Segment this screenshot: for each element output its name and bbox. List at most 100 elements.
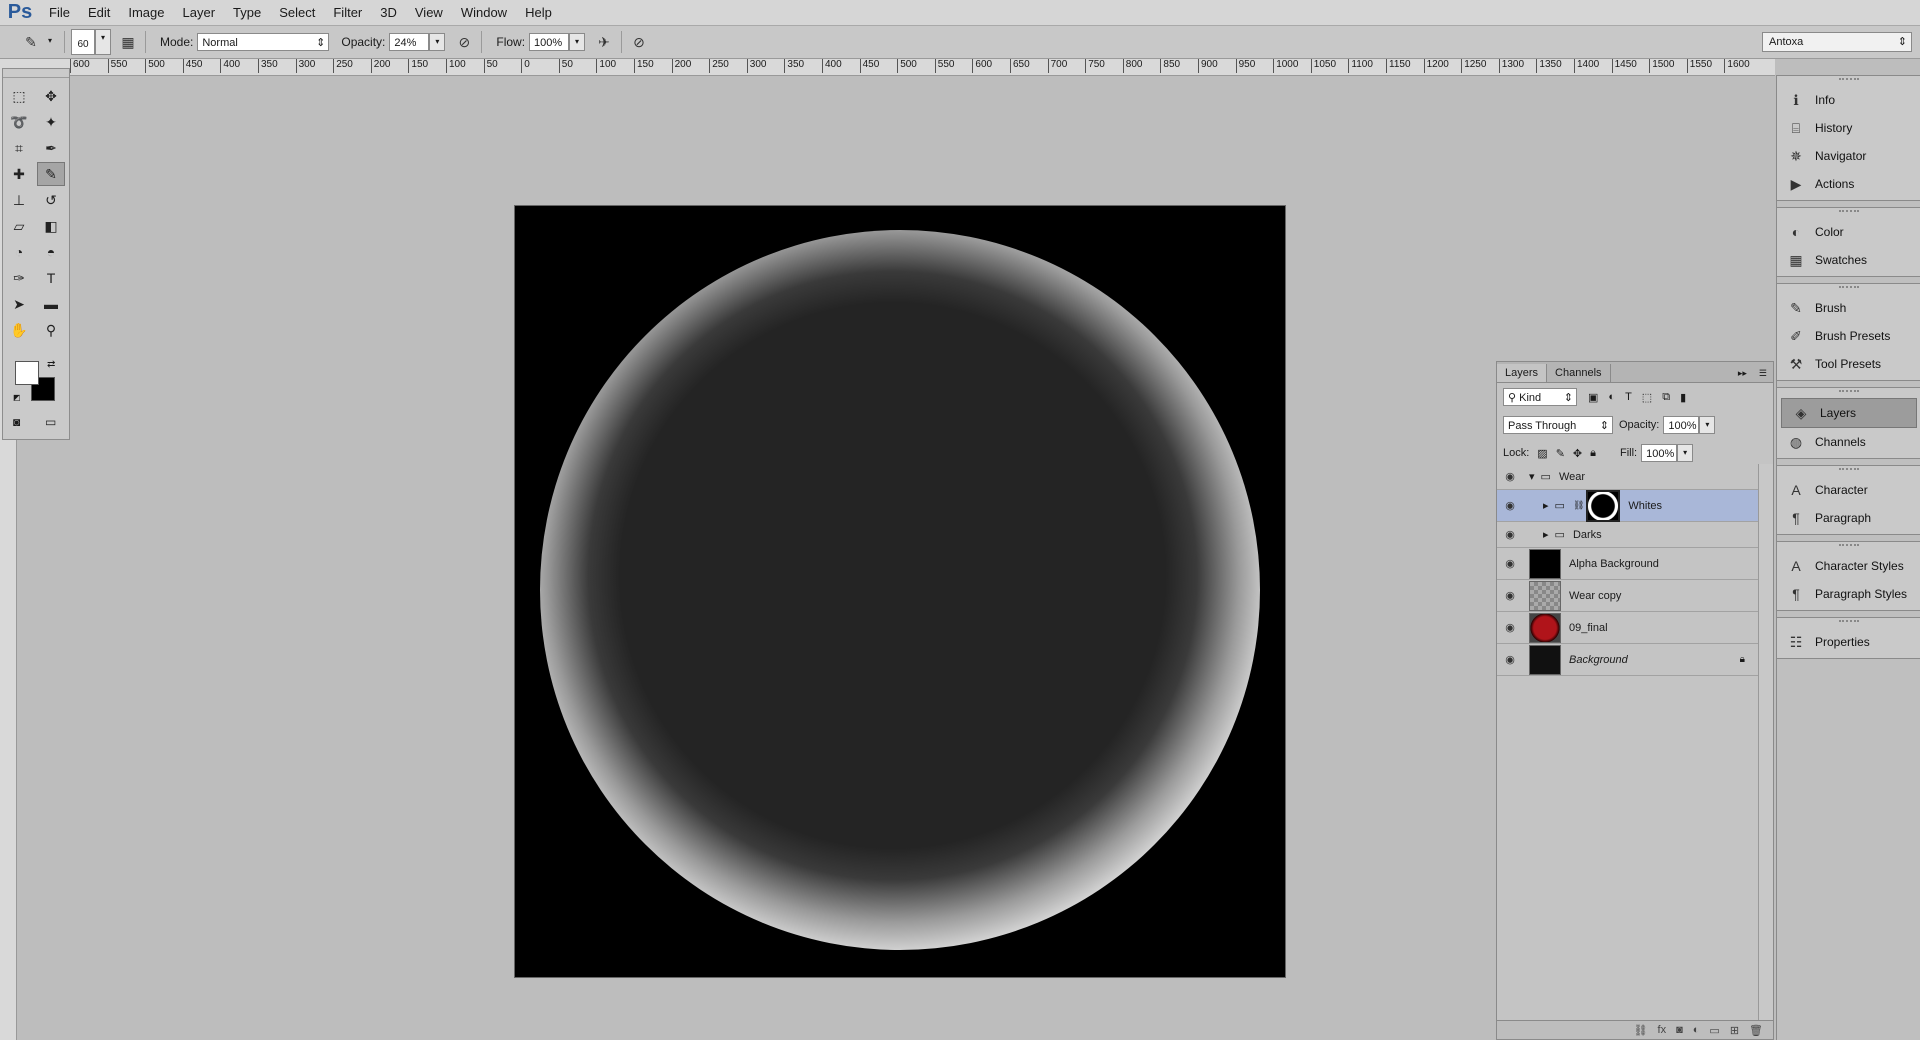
layer-row-darks[interactable]: ◉ ▸ ▭ Darks (1497, 522, 1759, 548)
menu-window[interactable]: Window (452, 0, 516, 25)
toolbox-grip[interactable] (3, 69, 69, 78)
layer-opacity-dropdown[interactable]: ▾ (1699, 416, 1716, 434)
layer-opacity-field[interactable]: 100% (1663, 416, 1700, 434)
gradient-tool-icon[interactable]: ◧ (37, 214, 65, 238)
lock-pixels-icon[interactable]: ✎ (1556, 447, 1565, 460)
panel-group-grip[interactable] (1839, 78, 1859, 86)
layer-mask-thumbnail[interactable] (1586, 489, 1621, 522)
marquee-tool-icon[interactable]: ⬚ (5, 84, 33, 108)
blur-tool-icon[interactable]: ◔ (5, 240, 33, 264)
type-tool-icon[interactable]: T (37, 266, 65, 290)
layer-name[interactable]: 09_final (1569, 622, 1608, 634)
visibility-eye-icon[interactable]: ◉ (1497, 499, 1523, 512)
expand-arrow-icon[interactable]: ▾ (1529, 470, 1535, 483)
tool-preset-dropdown[interactable]: ▾ (42, 33, 58, 51)
filter-adjustment-icon[interactable]: ◐ (1608, 391, 1615, 403)
panel-group-grip[interactable] (1839, 210, 1859, 218)
filter-shape-icon[interactable]: ⬚ (1642, 391, 1652, 404)
layer-row-wear[interactable]: ◉ ▾ ▭ Wear (1497, 464, 1759, 490)
layer-style-icon[interactable]: fx (1658, 1024, 1667, 1036)
hand-tool-icon[interactable]: ✋ (5, 318, 33, 342)
dock-item-tool-presets[interactable]: ⚒ Tool Presets (1777, 350, 1920, 378)
layer-name[interactable]: Background (1569, 654, 1628, 666)
dodge-tool-icon[interactable]: ◓ (37, 240, 65, 264)
lock-position-icon[interactable]: ✥ (1573, 447, 1582, 460)
layer-row-09_final[interactable]: ◉ 09_final (1497, 612, 1759, 644)
menu-layer[interactable]: Layer (174, 0, 225, 25)
dock-item-channels[interactable]: ◍ Channels (1777, 428, 1920, 456)
dock-item-history[interactable]: ⌸ History (1777, 114, 1920, 142)
layer-row-whites[interactable]: ◉ ▸ ▭ ⛓ Whites (1497, 489, 1759, 522)
menu-edit[interactable]: Edit (79, 0, 119, 25)
brush-tool-icon[interactable]: ✎ (20, 31, 42, 53)
menu-image[interactable]: Image (119, 0, 173, 25)
zoom-tool-icon[interactable]: ⚲ (37, 318, 65, 342)
filter-type-icon[interactable]: T (1625, 391, 1632, 403)
flow-dropdown[interactable]: ▾ (569, 33, 586, 51)
rectangle-tool-icon[interactable]: ▬ (37, 292, 65, 316)
screen-mode-icon[interactable]: ▭ (45, 415, 56, 429)
workspace-select[interactable]: Antoxa ⇕ (1762, 32, 1912, 52)
pressure-size-icon[interactable]: ⊘ (628, 31, 650, 53)
lock-all-icon[interactable]: 🔒︎ (1590, 447, 1596, 460)
dock-item-paragraph-styles[interactable]: ¶ Paragraph Styles (1777, 580, 1920, 608)
history-brush-tool-icon[interactable]: ↺ (37, 188, 65, 212)
menu-3d[interactable]: 3D (371, 0, 406, 25)
link-layers-icon[interactable]: ⛓ (1634, 1024, 1648, 1037)
collapse-arrow-icon[interactable]: ▸ (1543, 528, 1549, 541)
layers-scrollbar[interactable] (1758, 464, 1773, 1021)
tab-layers[interactable]: Layers (1497, 364, 1548, 382)
layer-name[interactable]: Wear copy (1569, 590, 1621, 602)
quick-mask-icon[interactable]: ◙ (13, 415, 20, 429)
new-group-icon[interactable]: ▭ (1709, 1024, 1719, 1037)
delete-layer-icon[interactable]: 🗑︎ (1749, 1024, 1763, 1037)
menu-select[interactable]: Select (270, 0, 324, 25)
dock-item-properties[interactable]: ☷ Properties (1777, 628, 1920, 656)
dock-item-character-styles[interactable]: A Character Styles (1777, 552, 1920, 580)
move-tool-icon[interactable]: ✥ (37, 84, 65, 108)
visibility-eye-icon[interactable]: ◉ (1497, 557, 1523, 570)
dock-item-paragraph[interactable]: ¶ Paragraph (1777, 504, 1920, 532)
clone-stamp-tool-icon[interactable]: ⊥ (5, 188, 33, 212)
layer-row-background[interactable]: ◉ Background 🔒︎ (1497, 644, 1759, 676)
adjustment-layer-icon[interactable]: ◐ (1693, 1024, 1700, 1036)
eyedropper-tool-icon[interactable]: ✒ (37, 136, 65, 160)
mask-link-icon[interactable]: ⛓ (1573, 500, 1584, 511)
new-layer-icon[interactable]: ⊞ (1730, 1024, 1739, 1037)
dock-item-brush[interactable]: ✎ Brush (1777, 294, 1920, 322)
brush-tool-icon[interactable]: ✎ (37, 162, 65, 186)
fill-field[interactable]: 100% (1641, 444, 1678, 462)
layer-name[interactable]: Whites (1628, 500, 1662, 512)
dock-item-brush-presets[interactable]: ✐ Brush Presets (1777, 322, 1920, 350)
fill-dropdown[interactable]: ▾ (1677, 444, 1694, 462)
crop-tool-icon[interactable]: ⌗ (5, 136, 33, 160)
filter-smart-object-icon[interactable]: ⧉ (1662, 391, 1670, 404)
magic-wand-tool-icon[interactable]: ✦ (37, 110, 65, 134)
dock-item-layers[interactable]: ◈ Layers (1781, 398, 1917, 428)
path-selection-tool-icon[interactable]: ➤ (5, 292, 33, 316)
flow-field[interactable]: 100% (529, 33, 570, 51)
layer-name[interactable]: Wear (1559, 471, 1585, 483)
dock-item-actions[interactable]: ▶ Actions (1777, 170, 1920, 198)
collapse-arrow-icon[interactable]: ▸ (1543, 499, 1549, 512)
brush-picker-dropdown[interactable]: ▾ (95, 29, 111, 55)
blend-mode-select[interactable]: Pass Through ⇕ (1503, 416, 1613, 434)
swap-colors-icon[interactable]: ⇄ (47, 359, 55, 370)
dock-item-color[interactable]: ◐ Color (1777, 218, 1920, 246)
horizontal-ruler[interactable]: 600 550 500 450 400 350 300 250 200 150 100 50 0 50 10… (70, 59, 1775, 76)
visibility-eye-icon[interactable]: ◉ (1497, 528, 1523, 541)
default-colors-icon[interactable]: ◩ (13, 393, 21, 402)
brush-size-field[interactable]: 60 (71, 29, 95, 55)
menu-file[interactable]: File (40, 0, 79, 25)
panel-group-grip[interactable] (1839, 390, 1859, 398)
document-canvas[interactable] (515, 206, 1285, 977)
lock-transparency-icon[interactable]: ▨ (1537, 447, 1547, 460)
visibility-eye-icon[interactable]: ◉ (1497, 653, 1523, 666)
panel-group-grip[interactable] (1839, 544, 1859, 552)
filter-toggle-icon[interactable]: ▮ (1680, 391, 1686, 404)
panel-collapse-icon[interactable]: ▸▸ (1732, 365, 1753, 382)
layer-row-alpha-background[interactable]: ◉ Alpha Background (1497, 548, 1759, 580)
healing-brush-tool-icon[interactable]: ✚ (5, 162, 33, 186)
menu-view[interactable]: View (406, 0, 452, 25)
menu-type[interactable]: Type (224, 0, 270, 25)
